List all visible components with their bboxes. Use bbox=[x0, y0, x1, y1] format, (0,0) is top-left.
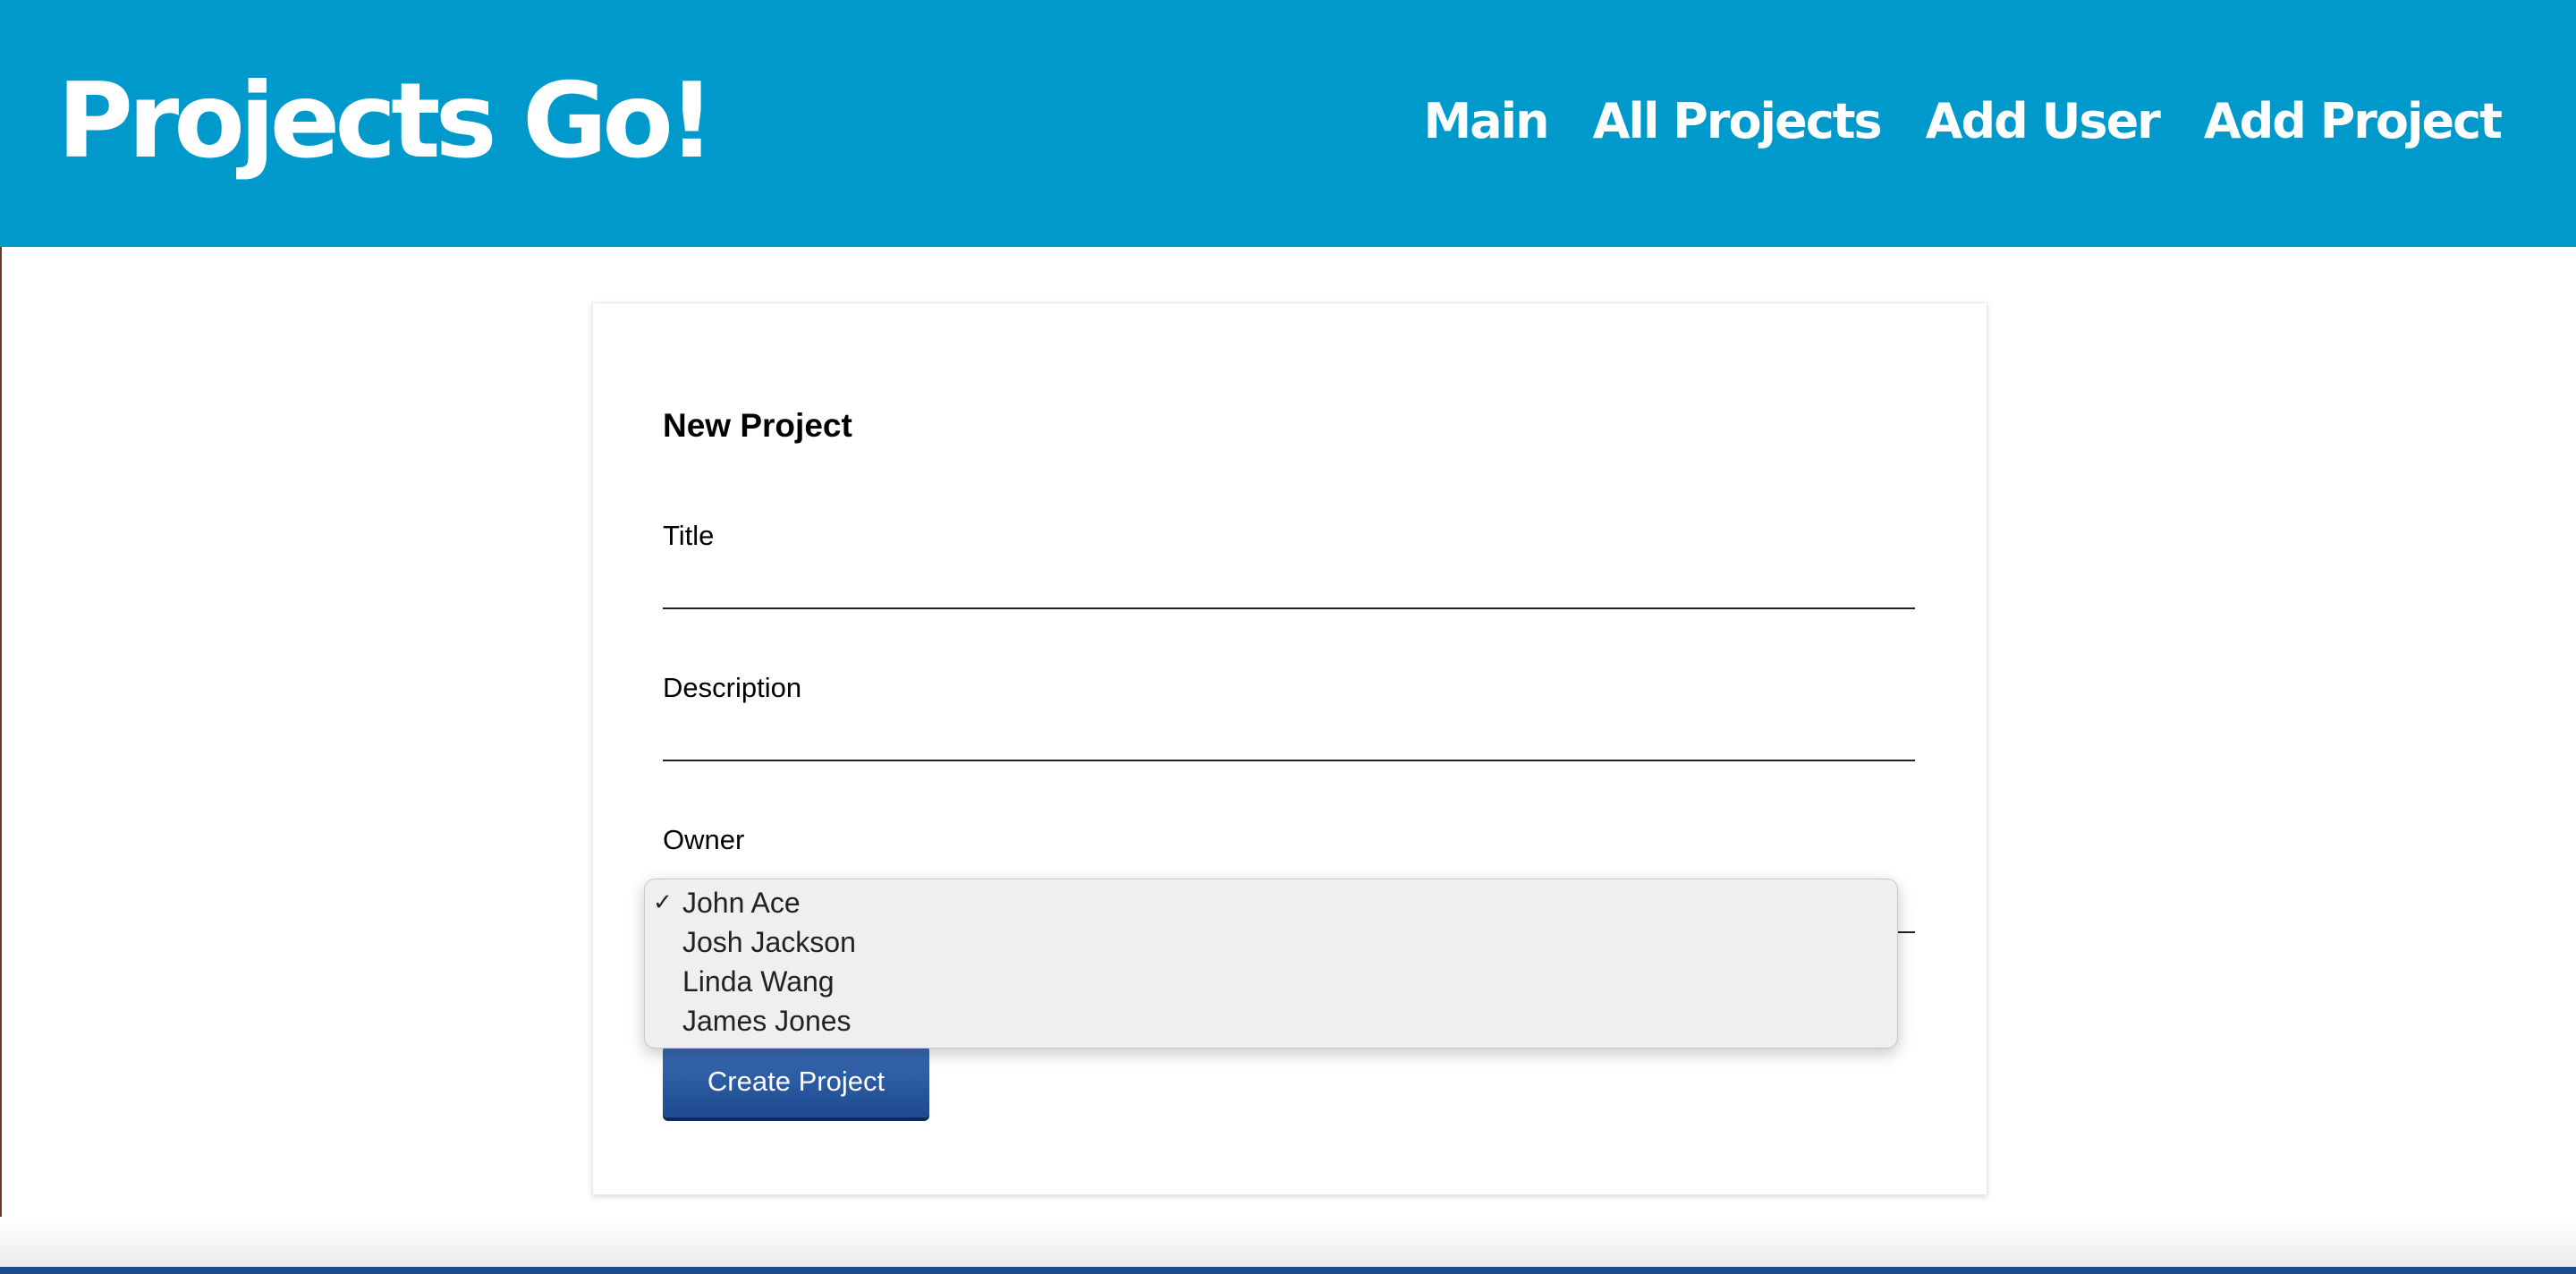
top-header: Projects Go! Main All Projects Add User … bbox=[0, 0, 2576, 247]
main-nav: Main All Projects Add User Add Project bbox=[1424, 86, 2504, 157]
owner-dropdown-menu[interactable]: ✓ John Ace Josh Jackson Linda Wang James… bbox=[644, 879, 1898, 1049]
description-input[interactable] bbox=[663, 709, 1915, 761]
brand-logo[interactable]: Projects Go! bbox=[57, 50, 716, 193]
owner-option-john-ace[interactable]: ✓ John Ace bbox=[645, 883, 1897, 922]
owner-option-linda-wang[interactable]: Linda Wang bbox=[645, 962, 1897, 1001]
footer-shadow bbox=[0, 1217, 2576, 1267]
owner-option-james-jones[interactable]: James Jones bbox=[645, 1001, 1897, 1040]
owner-option-label: Linda Wang bbox=[682, 965, 835, 998]
left-edge-divider bbox=[0, 247, 2, 1267]
nav-add-project[interactable]: Add Project bbox=[2204, 86, 2503, 157]
owner-option-label: James Jones bbox=[682, 1005, 852, 1037]
new-project-card: New Project Title Description Owner Crea… bbox=[592, 302, 1987, 1195]
form-heading: New Project bbox=[663, 407, 852, 444]
title-input[interactable] bbox=[663, 557, 1915, 609]
nav-add-user[interactable]: Add User bbox=[1926, 86, 2161, 157]
owner-label: Owner bbox=[663, 824, 745, 855]
owner-option-label: Josh Jackson bbox=[682, 926, 856, 958]
footer-bar bbox=[0, 1267, 2576, 1274]
owner-option-label: John Ace bbox=[682, 887, 801, 919]
page: Projects Go! Main All Projects Add User … bbox=[0, 0, 2576, 1274]
nav-all-projects[interactable]: All Projects bbox=[1593, 86, 1883, 157]
title-label: Title bbox=[663, 520, 715, 551]
create-project-button[interactable]: Create Project bbox=[663, 1046, 929, 1117]
description-label: Description bbox=[663, 672, 802, 703]
owner-option-josh-jackson[interactable]: Josh Jackson bbox=[645, 922, 1897, 962]
checkmark-icon: ✓ bbox=[653, 889, 673, 916]
nav-main[interactable]: Main bbox=[1424, 86, 1550, 157]
